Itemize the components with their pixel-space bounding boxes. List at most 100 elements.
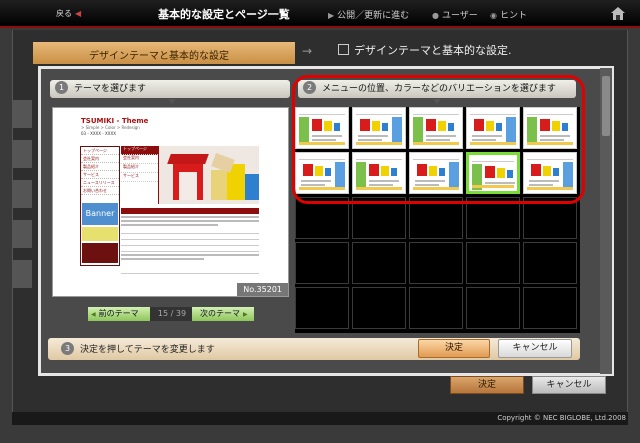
mini-text bbox=[426, 139, 450, 141]
empty-variation-slot bbox=[523, 287, 577, 329]
user-label: ユーザー bbox=[441, 11, 478, 21]
step-number: 3 bbox=[61, 342, 74, 355]
play-icon: ▶ bbox=[328, 11, 335, 20]
mini-red-block bbox=[312, 119, 322, 131]
mini-side bbox=[413, 117, 423, 143]
variation-thumbnail[interactable] bbox=[466, 107, 520, 149]
empty-variation-slot bbox=[295, 197, 349, 239]
copyright: Copyright © NEC BIGLOBE, Ltd.2008 bbox=[497, 414, 626, 422]
mini-blue-block bbox=[325, 168, 331, 176]
side-tab-stub[interactable] bbox=[12, 220, 32, 248]
variation-thumbnail[interactable] bbox=[352, 152, 406, 194]
step-number: 1 bbox=[55, 81, 68, 94]
hint-link[interactable]: ◉ ヒント bbox=[490, 8, 527, 21]
mini-red-block bbox=[360, 119, 370, 131]
user-link[interactable]: ● ユーザー bbox=[432, 8, 478, 21]
preview-menu-item: お問い合わせ bbox=[81, 187, 119, 195]
mini-text bbox=[529, 184, 553, 186]
empty-variation-slot bbox=[466, 287, 520, 329]
hint-label: ヒント bbox=[499, 11, 527, 21]
variation-thumbnail[interactable] bbox=[523, 152, 577, 194]
arrow-left-icon: ◀ bbox=[91, 311, 96, 318]
publish-link[interactable]: ▶ 公開／更新に進む bbox=[328, 8, 409, 21]
side-tab-stub[interactable] bbox=[12, 140, 32, 168]
preview-text-line bbox=[121, 224, 218, 226]
next-theme-label: 次のテーマ bbox=[200, 309, 240, 318]
variation-preview bbox=[413, 111, 459, 145]
empty-variation-slot bbox=[466, 197, 520, 239]
scrollbar-thumb[interactable] bbox=[602, 76, 610, 136]
next-theme-button[interactable]: 次のテーマ ▶ bbox=[192, 307, 254, 321]
mini-blue-block bbox=[382, 123, 388, 131]
step2-bar: 2 メニューの位置、カラーなどのバリエーションを選びます bbox=[298, 80, 576, 98]
empty-variation-slot bbox=[523, 197, 577, 239]
mini-header bbox=[413, 156, 459, 160]
side-tab-stub[interactable] bbox=[12, 180, 32, 208]
mini-header bbox=[527, 156, 573, 160]
mini-side bbox=[506, 117, 516, 143]
prev-theme-button[interactable]: ◀ 前のテーマ bbox=[88, 307, 150, 321]
scrollbar[interactable] bbox=[600, 68, 612, 374]
mini-text bbox=[540, 135, 570, 137]
background-decide-button[interactable]: 決定 bbox=[450, 376, 524, 394]
decide-button[interactable]: 決定 bbox=[418, 339, 490, 358]
empty-variation-slot bbox=[466, 242, 520, 284]
mini-text bbox=[301, 184, 325, 186]
mini-text bbox=[358, 135, 388, 137]
mini-text bbox=[415, 180, 445, 182]
preview-hero-menu-item: 会社案内 bbox=[121, 155, 158, 164]
background-cancel-button[interactable]: キャンセル bbox=[532, 376, 606, 394]
cancel-button[interactable]: キャンセル bbox=[498, 339, 572, 358]
variation-thumbnail[interactable] bbox=[409, 107, 463, 149]
mini-blue-block bbox=[496, 123, 502, 131]
section-heading: デザインテーマと基本的な設定. bbox=[338, 42, 512, 58]
publish-label: 公開／更新に進む bbox=[337, 11, 410, 21]
mini-red-block bbox=[426, 119, 436, 131]
mini-blue-block bbox=[562, 123, 568, 131]
down-arrow-icon bbox=[168, 99, 176, 104]
variation-thumbnail[interactable] bbox=[352, 107, 406, 149]
mini-red-block bbox=[303, 164, 313, 176]
mini-red-block bbox=[485, 166, 495, 178]
side-tab-stub[interactable] bbox=[12, 260, 32, 288]
preview-menu-item: トップページ bbox=[81, 147, 119, 155]
mini-red-block bbox=[369, 164, 379, 176]
preview-logo: TSUMIKI - Theme bbox=[81, 117, 149, 125]
design-theme-tab[interactable]: デザインテーマと基本的な設定 bbox=[33, 42, 295, 64]
hint-icon: ◉ bbox=[490, 11, 497, 20]
back-link[interactable]: 戻る ◀ bbox=[56, 8, 81, 19]
mini-side bbox=[335, 162, 345, 188]
mini-side bbox=[527, 117, 537, 143]
variation-thumbnail[interactable] bbox=[409, 152, 463, 194]
variation-thumbnail[interactable] bbox=[523, 107, 577, 149]
theme-pager: ◀ 前のテーマ 15 / 39 次のテーマ ▶ bbox=[88, 307, 254, 321]
mini-footer bbox=[472, 185, 514, 188]
preview-dark-block bbox=[82, 243, 118, 263]
side-tab-stub[interactable] bbox=[12, 100, 32, 128]
prev-theme-label: 前のテーマ bbox=[98, 309, 139, 318]
theme-preview: TSUMIKI - Theme > Simple > Color > Redes… bbox=[52, 107, 289, 297]
variation-preview bbox=[472, 158, 515, 190]
variation-thumbnail[interactable] bbox=[295, 152, 349, 194]
step2-label: メニューの位置、カラーなどのバリエーションを選びます bbox=[322, 84, 556, 94]
home-icon[interactable] bbox=[610, 5, 626, 21]
mini-yellow-block bbox=[552, 121, 560, 131]
variation-thumbnail[interactable] bbox=[295, 107, 349, 149]
mini-text bbox=[301, 180, 331, 182]
mini-text bbox=[312, 135, 342, 137]
mini-text bbox=[426, 135, 456, 137]
mini-yellow-block bbox=[438, 121, 446, 131]
mini-red-block bbox=[417, 164, 427, 176]
mini-side bbox=[563, 162, 573, 188]
preview-footer bbox=[121, 273, 259, 279]
mini-side bbox=[392, 117, 402, 143]
preview-news-row bbox=[121, 246, 259, 252]
variation-thumbnail[interactable] bbox=[466, 152, 520, 194]
mini-red-block bbox=[531, 164, 541, 176]
variation-preview bbox=[299, 156, 345, 190]
mini-header bbox=[299, 156, 345, 160]
top-bar: 戻る ◀ 基本的な設定とページ一覧 ▶ 公開／更新に進む ● ユーザー ◉ ヒント bbox=[0, 0, 640, 28]
arrow-right-icon: → bbox=[302, 44, 313, 58]
mini-yellow-block bbox=[497, 168, 505, 178]
variation-preview bbox=[356, 111, 402, 145]
